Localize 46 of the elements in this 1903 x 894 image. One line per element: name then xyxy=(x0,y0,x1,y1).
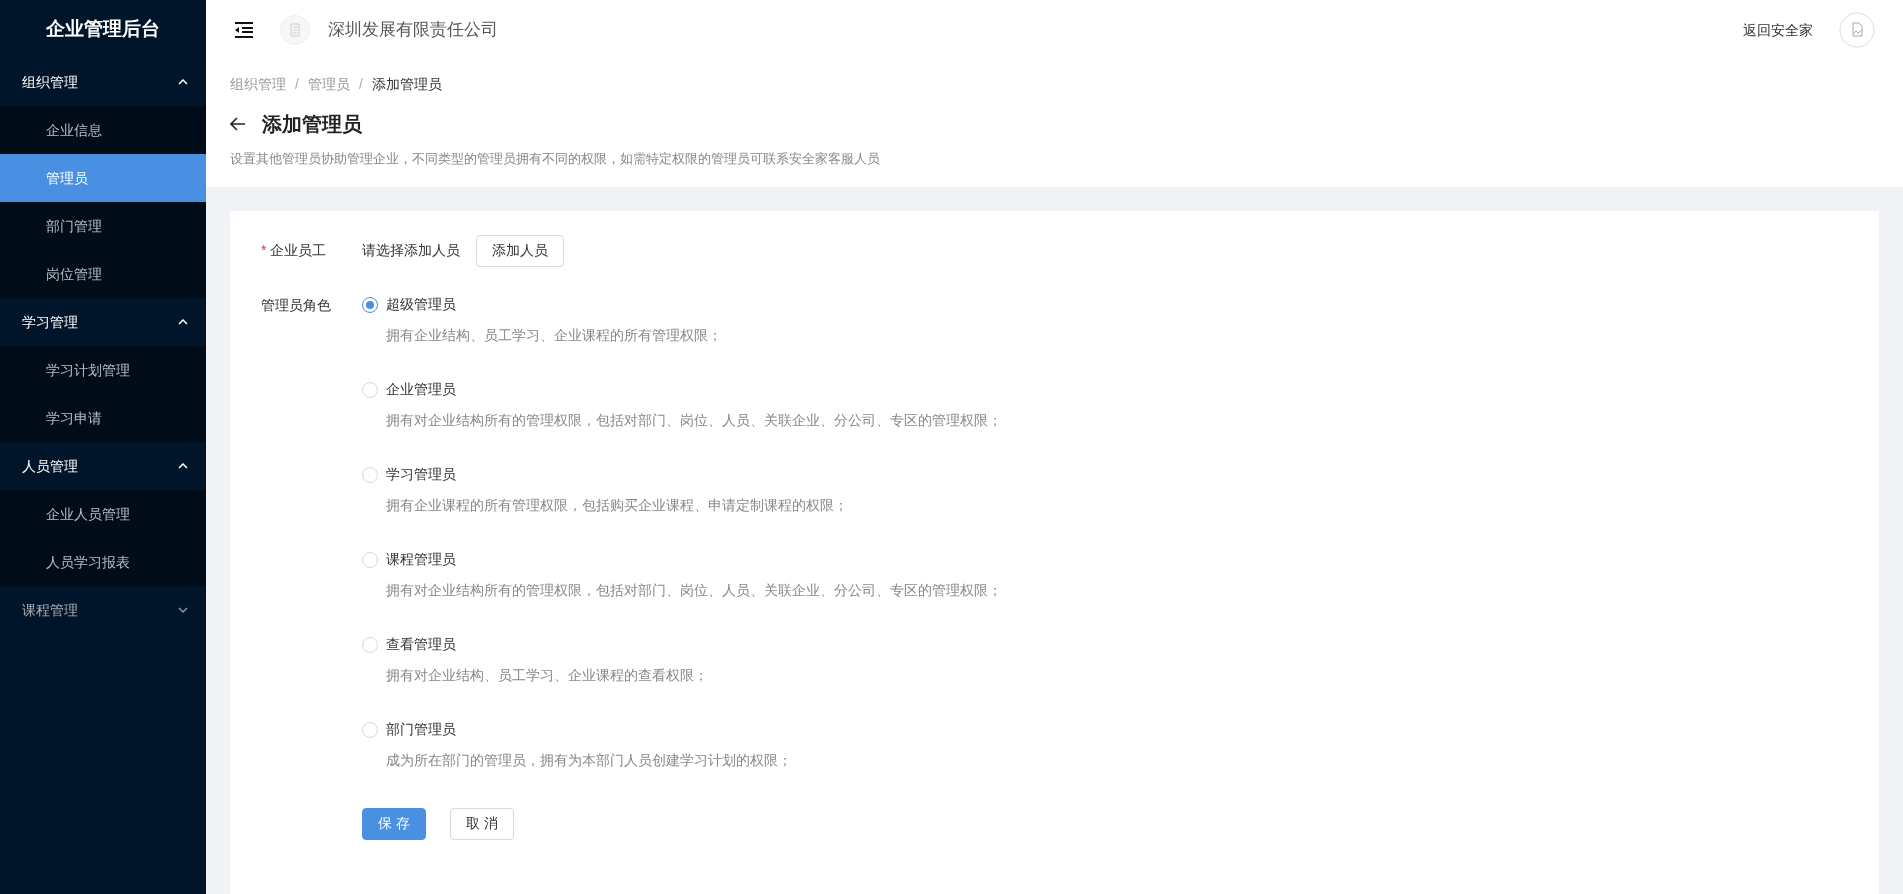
sidebar-item[interactable]: 学习计划管理 xyxy=(0,346,206,394)
role-description: 拥有企业课程的所有管理权限，包括购买企业课程、申请定制课程的权限； xyxy=(386,495,849,515)
page-title: 添加管理员 xyxy=(262,112,362,137)
radio-button[interactable] xyxy=(362,296,378,313)
radio-label: 部门管理员 xyxy=(386,720,456,739)
chevron-up-icon xyxy=(178,319,188,325)
sidebar-group[interactable]: 人员管理 xyxy=(0,442,206,490)
sidebar-item[interactable]: 学习申请 xyxy=(0,394,206,442)
company-logo-icon xyxy=(280,15,310,45)
field-label: 企业员工 xyxy=(270,241,327,260)
app-title: 企业管理后台 xyxy=(45,16,161,41)
role-description: 成为所在部门的管理员，拥有为本部门人员创建学习计划的权限； xyxy=(386,750,793,770)
hint-text: 请选择添加人员 xyxy=(362,241,460,260)
radio-label: 查看管理员 xyxy=(386,635,456,654)
radio-label: 企业管理员 xyxy=(386,380,456,399)
radio-label: 学习管理员 xyxy=(386,465,456,484)
chevron-up-icon xyxy=(178,79,188,85)
breadcrumb-item: 添加管理员 xyxy=(371,75,442,94)
breadcrumb-separator: / xyxy=(295,75,299,94)
back-arrow-icon[interactable] xyxy=(230,117,246,131)
role-description: 拥有对企业结构所有的管理权限，包括对部门、岗位、人员、关联企业、分公司、专区的管理权限； xyxy=(386,580,1002,600)
company-name: 深圳发展有限责任公司 xyxy=(328,19,498,42)
radio-label: 超级管理员 xyxy=(386,295,456,314)
sidebar-group[interactable]: 课程管理 xyxy=(0,586,206,634)
sidebar-item[interactable]: 企业信息 xyxy=(0,106,206,154)
chevron-up-icon xyxy=(178,463,188,469)
field-label: 管理员角色 xyxy=(261,295,332,315)
chevron-down-icon xyxy=(178,607,188,613)
breadcrumb-separator: / xyxy=(358,75,363,94)
add-person-button[interactable]: 添加人员 xyxy=(476,234,564,267)
sidebar-item[interactable]: 人员学习报表 xyxy=(0,538,206,586)
sidebar-group[interactable]: 组织管理 xyxy=(0,58,206,106)
sidebar-item[interactable]: 岗位管理 xyxy=(0,250,206,298)
required-asterisk: * xyxy=(261,241,267,260)
role-description: 拥有企业结构、员工学习、企业课程的所有管理权限； xyxy=(386,325,723,345)
menu-fold-icon[interactable] xyxy=(234,22,254,38)
role-description: 拥有对企业结构所有的管理权限，包括对部门、岗位、人员、关联企业、分公司、专区的管理权限； xyxy=(386,410,1002,430)
cancel-button[interactable]: 取 消 xyxy=(450,807,514,840)
return-link[interactable]: 返回安全家 xyxy=(1743,19,1813,41)
sidebar-item[interactable]: 企业人员管理 xyxy=(0,490,206,538)
sidebar-group[interactable]: 学习管理 xyxy=(0,298,206,346)
page-description: 设置其他管理员协助管理企业，不同类型的管理员拥有不同的权限，如需特定权限的管理员可联系安全家客服人员 xyxy=(230,150,881,168)
radio-label: 课程管理员 xyxy=(386,550,456,569)
sidebar-item[interactable]: 部门管理 xyxy=(0,202,206,250)
role-description: 拥有对企业结构、员工学习、企业课程的查看权限； xyxy=(386,665,709,685)
avatar-icon[interactable] xyxy=(1839,12,1875,48)
